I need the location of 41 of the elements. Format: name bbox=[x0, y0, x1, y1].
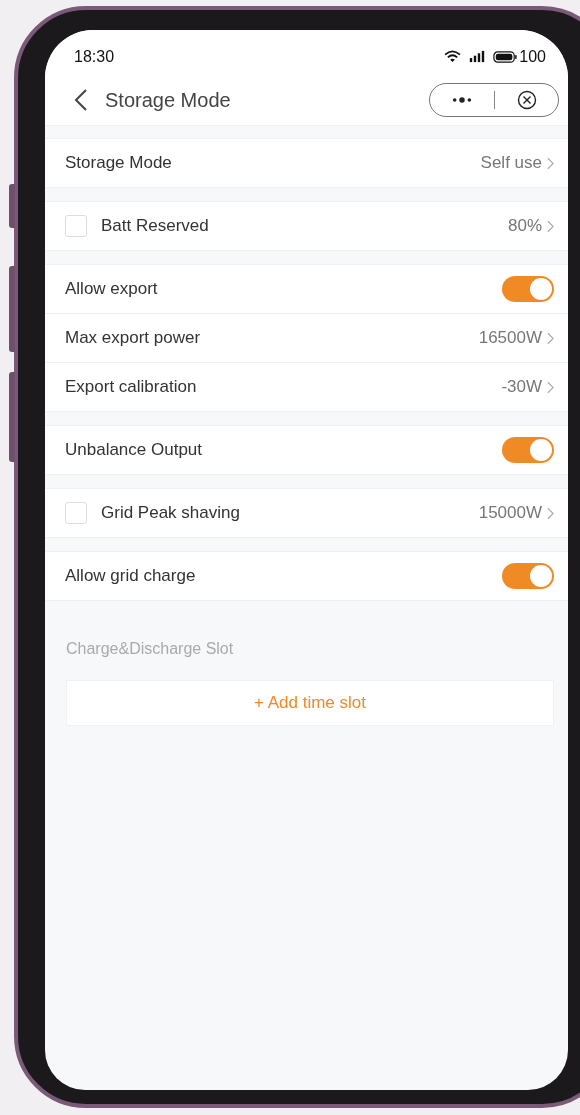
settings-row[interactable]: Unbalance Output bbox=[45, 426, 568, 474]
battery-icon bbox=[493, 50, 518, 63]
toggle-switch[interactable] bbox=[502, 563, 554, 589]
row-label: Unbalance Output bbox=[65, 440, 204, 460]
row-value: 15000W bbox=[478, 503, 542, 523]
checkbox[interactable] bbox=[65, 502, 87, 524]
row-value: -30W bbox=[501, 377, 542, 397]
page-title: Storage Mode bbox=[105, 88, 232, 112]
row-label: Export calibration bbox=[65, 377, 198, 397]
row-value: Self use bbox=[480, 153, 542, 173]
signal-icon bbox=[469, 50, 486, 63]
chevron-icon bbox=[547, 331, 554, 345]
more-icon[interactable] bbox=[450, 96, 473, 104]
row-value: 80% bbox=[507, 216, 542, 236]
battery-level: 100 bbox=[519, 47, 546, 66]
settings-row[interactable]: Batt Reserved 80% bbox=[45, 202, 568, 250]
row-label: Allow export bbox=[65, 279, 159, 299]
row-label: Storage Mode bbox=[65, 153, 173, 173]
toggle-switch[interactable] bbox=[502, 437, 554, 463]
row-value: 16500W bbox=[478, 328, 542, 348]
wifi-icon bbox=[444, 50, 462, 63]
row-label: Allow grid charge bbox=[65, 566, 197, 586]
settings-row[interactable]: Allow grid charge bbox=[45, 552, 568, 600]
back-icon[interactable] bbox=[74, 88, 88, 112]
checkbox[interactable] bbox=[65, 215, 87, 237]
settings-row[interactable]: Allow export bbox=[45, 265, 568, 314]
settings-row[interactable]: Max export power 16500W bbox=[45, 314, 568, 363]
settings-row[interactable]: Grid Peak shaving 15000W bbox=[45, 489, 568, 537]
status-time: 18:30 bbox=[74, 47, 115, 66]
row-label: Max export power bbox=[65, 328, 202, 348]
row-label: Batt Reserved bbox=[101, 216, 210, 236]
toggle-switch[interactable] bbox=[502, 276, 554, 302]
settings-row[interactable]: Storage Mode Self use bbox=[45, 139, 568, 187]
chevron-icon bbox=[547, 380, 554, 394]
chevron-icon bbox=[547, 156, 554, 170]
settings-row[interactable]: Export calibration -30W bbox=[45, 363, 568, 411]
section-title: Charge&Discharge Slot bbox=[65, 639, 235, 658]
close-icon[interactable] bbox=[517, 90, 538, 110]
row-label: Grid Peak shaving bbox=[101, 503, 241, 523]
chevron-icon bbox=[547, 219, 554, 233]
chevron-icon bbox=[547, 506, 554, 520]
